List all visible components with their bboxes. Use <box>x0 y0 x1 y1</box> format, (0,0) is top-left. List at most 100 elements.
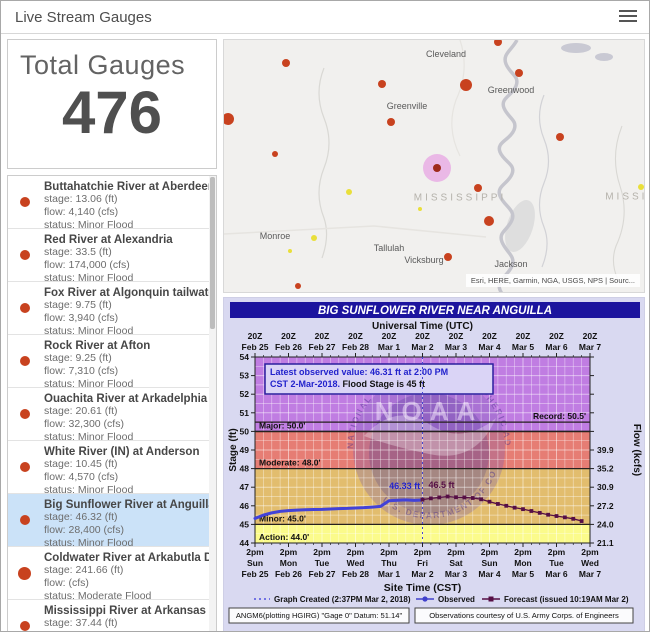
flow-tick-label: 27.2 <box>597 501 614 511</box>
site-date-label: Feb 26 <box>275 569 302 579</box>
site-date-label: Mar 5 <box>512 569 534 579</box>
gauge-name: Big Sunflower River at Anguilla <box>44 499 202 511</box>
total-gauges-title: Total Gauges <box>20 50 216 81</box>
list-scrollbar[interactable] <box>209 176 216 631</box>
gauge-flow: flow: 174,000 (cfs) <box>44 259 202 272</box>
flood-line-label: Record: 50.5' <box>533 411 586 421</box>
utc-tick-label: 20Z <box>281 331 296 341</box>
site-dow-label: Thu <box>381 558 397 568</box>
flood-status-dot <box>20 250 30 260</box>
page-title: Live Stream Gauges <box>15 9 152 26</box>
gauge-marker-red[interactable] <box>515 69 523 77</box>
gauge-stage: stage: 9.75 (ft) <box>44 299 202 312</box>
site-dow-label: Wed <box>581 558 599 568</box>
selected-gauge-marker[interactable] <box>433 164 441 172</box>
gauge-marker-red[interactable] <box>387 118 395 126</box>
stage-tick-label: 48 <box>240 464 250 474</box>
gauge-name: Rock River at Afton <box>44 340 202 352</box>
utc-date-label: Mar 1 <box>378 342 400 352</box>
gauge-list-item[interactable]: Buttahatchie River at Aberdeenstage: 13.… <box>8 176 216 229</box>
forecast-point <box>479 497 483 501</box>
flood-status-dot <box>20 303 30 313</box>
total-gauges-count: 476 <box>8 83 216 143</box>
site-dow-label: Sat <box>449 558 462 568</box>
forecast-point <box>462 496 466 500</box>
gauge-list-item[interactable]: Red River at Alexandriastage: 33.5 (ft)f… <box>8 229 216 282</box>
gauge-marker-red[interactable] <box>460 79 472 91</box>
datum-text: ANGM6(plotting HGIRG) "Gage 0" Datum: 51… <box>236 611 403 620</box>
gauge-marker-red[interactable] <box>378 80 386 88</box>
forecast-point <box>454 495 458 499</box>
gauge-flow: flow: 32,300 (cfs) <box>44 418 202 431</box>
map-panel[interactable]: ClevelandGreenwoodGreenvilleMonroeTallul… <box>223 39 645 293</box>
utc-date-label: Feb 28 <box>342 342 369 352</box>
gauge-marker-red[interactable] <box>474 184 482 192</box>
hamburger-menu-icon[interactable] <box>619 10 637 24</box>
stage-annotation: 46.33 ft <box>389 481 420 491</box>
bottom-axis-title: Site Time (CST) <box>384 582 461 594</box>
gauge-list-item[interactable]: Fox River at Algonquin tailwaterstage: 9… <box>8 282 216 335</box>
site-date-label: Feb 25 <box>242 569 269 579</box>
flood-line-label: Major: 50.0' <box>259 420 305 430</box>
utc-date-label: Feb 26 <box>275 342 302 352</box>
gauge-flow: flow: 3,940 (cfs) <box>44 312 202 325</box>
gauge-marker-red[interactable] <box>295 283 301 289</box>
site-date-label: Mar 6 <box>545 569 567 579</box>
gauge-list-item[interactable]: Big Sunflower River at Anguillastage: 46… <box>8 494 216 547</box>
map-state-label: MISSISSIPPI <box>414 193 506 204</box>
gauge-marker-yellow[interactable] <box>346 189 352 195</box>
gauge-list: Buttahatchie River at Aberdeenstage: 13.… <box>8 176 216 632</box>
utc-date-label: Mar 5 <box>512 342 534 352</box>
gauge-marker-yellow[interactable] <box>288 249 292 253</box>
gauge-marker-red[interactable] <box>484 216 494 226</box>
forecast-point <box>563 515 567 519</box>
utc-date-label: Feb 25 <box>242 342 269 352</box>
right-axis-title: Flow (kcfs) <box>631 424 642 476</box>
gauge-stage: stage: 46.32 (ft) <box>44 511 202 524</box>
site-time-label: 2pm <box>313 547 331 557</box>
gauge-marker-yellow[interactable] <box>638 184 644 190</box>
stage-tick-label: 52 <box>240 389 250 399</box>
gauge-stage: stage: 33.5 (ft) <box>44 246 202 259</box>
gauge-list-item[interactable]: Mississippi River at Arkansas Citystage:… <box>8 600 216 632</box>
list-scrollbar-thumb[interactable] <box>210 177 215 329</box>
forecast-point <box>513 506 517 510</box>
stage-tick-label: 49 <box>240 445 250 455</box>
gauge-list-item[interactable]: Coldwater River at Arkabutla Damstage: 2… <box>8 547 216 600</box>
gauge-marker-red[interactable] <box>444 253 452 261</box>
flow-tick-label: 21.1 <box>597 538 614 548</box>
gauge-stage: stage: 13.06 (ft) <box>44 193 202 206</box>
gauge-marker-red[interactable] <box>282 59 290 67</box>
gauge-list-item[interactable]: White River (IN) at Andersonstage: 10.45… <box>8 441 216 494</box>
legend-forecast: Forecast (issued 10:19AM Mar 2) <box>504 595 629 604</box>
site-dow-label: Tue <box>549 558 564 568</box>
site-dow-label: Sun <box>247 558 263 568</box>
gauge-marker-red[interactable] <box>556 133 564 141</box>
left-axis-title: Stage (ft) <box>228 428 239 471</box>
utc-tick-label: 20Z <box>382 331 397 341</box>
forecast-point <box>555 514 559 518</box>
gauge-marker-yellow[interactable] <box>418 207 422 211</box>
forecast-point <box>571 517 575 521</box>
gauge-list-item[interactable]: Rock River at Aftonstage: 9.25 (ft)flow:… <box>8 335 216 388</box>
stage-annotation: 46.5 ft <box>429 480 455 490</box>
flow-tick-label: 24.0 <box>597 519 614 529</box>
flood-status-dot <box>20 621 30 631</box>
forecast-point <box>529 509 533 513</box>
site-date-label: Feb 27 <box>309 569 336 579</box>
gauge-list-item[interactable]: Ouachita River at Arkadelphiastage: 20.6… <box>8 388 216 441</box>
header: Live Stream Gauges <box>1 1 649 34</box>
gauge-marker-red[interactable] <box>272 151 278 157</box>
gauge-marker-yellow[interactable] <box>311 235 317 241</box>
gauge-name: Mississippi River at Arkansas City <box>44 605 202 617</box>
gauge-flow: flow: (cfs) <box>44 577 202 590</box>
site-date-label: Mar 1 <box>378 569 400 579</box>
flow-tick-label: 39.9 <box>597 445 614 455</box>
site-date-label: Mar 4 <box>478 569 500 579</box>
forecast-point <box>504 504 508 508</box>
site-time-label: 2pm <box>246 547 264 557</box>
flood-status-dot <box>20 515 30 525</box>
utc-date-label: Mar 2 <box>411 342 433 352</box>
legend-forecast-marker <box>489 597 494 602</box>
stage-tick-label: 54 <box>240 352 250 362</box>
